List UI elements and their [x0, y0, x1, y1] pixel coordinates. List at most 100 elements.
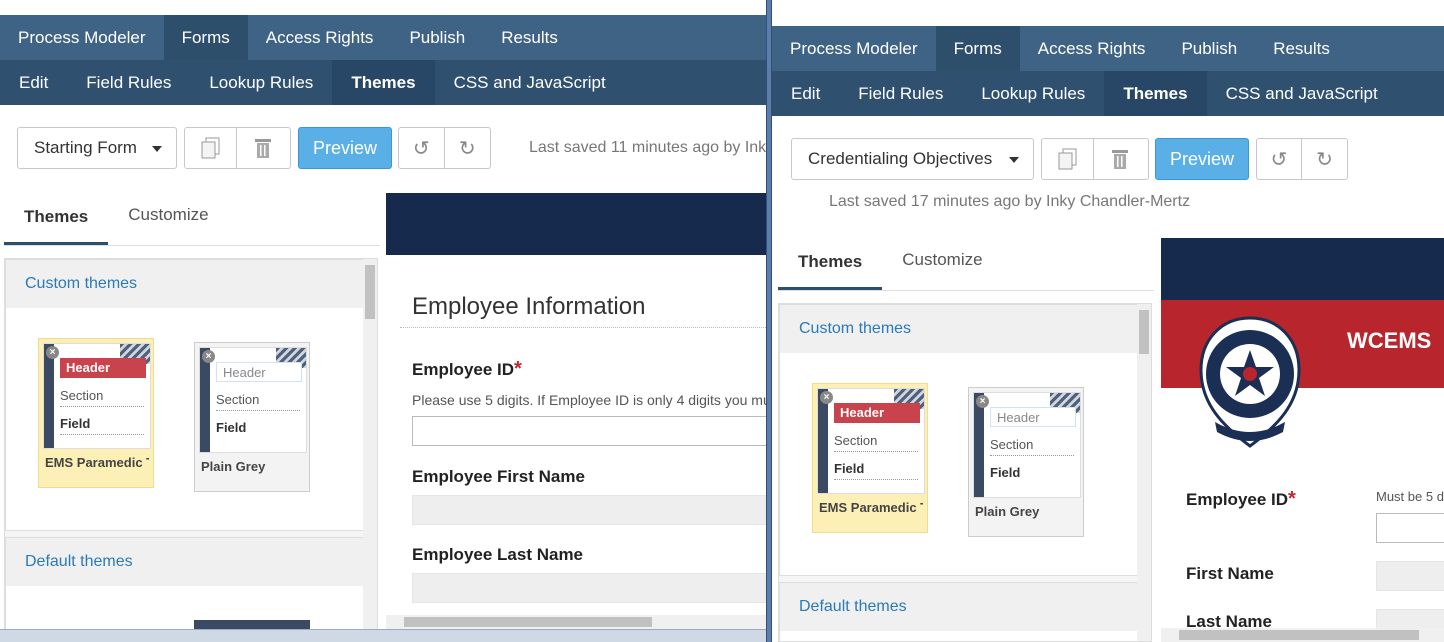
default-themes-section: Default themes — [5, 537, 365, 629]
history-group: ↺ ↻ — [1256, 138, 1348, 180]
default-themes-heading[interactable]: Default themes — [6, 538, 364, 586]
nav-results[interactable]: Results — [1255, 26, 1348, 71]
nav-forms[interactable]: Forms — [935, 26, 1020, 71]
preview-button[interactable]: Preview — [1155, 138, 1249, 180]
nav-forms[interactable]: Forms — [163, 15, 248, 60]
theme-banner — [1161, 238, 1444, 300]
themes-panel: Custom themes Header Section Field × EMS… — [4, 258, 378, 630]
tab-customize[interactable]: Customize — [108, 196, 228, 238]
theme-header-swatch: Header — [60, 358, 146, 378]
first-name-label: First Name — [1186, 564, 1274, 583]
trash-icon[interactable] — [1094, 139, 1146, 179]
scrollbar-vertical[interactable] — [1137, 304, 1151, 641]
employee-id-input[interactable] — [1376, 513, 1444, 543]
employee-id-input[interactable] — [412, 416, 766, 446]
wcems-logo — [1195, 314, 1305, 453]
theme-preview: Header Section Field — [973, 392, 1081, 498]
last-name-input[interactable] — [412, 573, 766, 603]
theme-card[interactable]: Header Section Field × Plain Grey — [194, 342, 310, 492]
custom-themes-heading[interactable]: Custom themes — [6, 260, 364, 308]
theme-tabs: Themes Customize — [778, 241, 1003, 291]
form-actions-group — [184, 127, 291, 169]
tab-themes[interactable]: Themes — [4, 196, 109, 246]
theme-card[interactable]: Header Section Field × EMS Paramedic The… — [38, 338, 154, 488]
scrollbar-horizontal[interactable] — [386, 615, 766, 629]
subnav-field-rules[interactable]: Field Rules — [839, 71, 962, 116]
preview-button[interactable]: Preview — [298, 127, 392, 169]
scrollbar-vertical[interactable] — [363, 259, 377, 629]
theme-name: Plain Grey — [975, 504, 1040, 519]
undo-icon[interactable]: ↺ — [1257, 139, 1303, 179]
theme-header-swatch: Header — [990, 407, 1076, 427]
subnav-css-js[interactable]: CSS and JavaScript — [1207, 71, 1397, 116]
form-select-dropdown[interactable]: Credentialing Objectives — [791, 138, 1034, 180]
theme-section-swatch: Section — [990, 437, 1034, 452]
theme-card[interactable]: Header Section Field × Plain Grey — [968, 387, 1084, 537]
theme-field-swatch: Field — [216, 420, 247, 435]
theme-name: Plain Grey — [201, 459, 266, 474]
custom-themes-heading[interactable]: Custom themes — [780, 305, 1138, 353]
nav-process-modeler[interactable]: Process Modeler — [0, 15, 164, 60]
redo-icon[interactable]: ↻ — [1302, 139, 1347, 179]
tab-customize[interactable]: Customize — [882, 241, 1002, 283]
tab-themes[interactable]: Themes — [778, 241, 883, 291]
trash-icon[interactable] — [237, 128, 289, 168]
theme-stripe — [818, 389, 828, 493]
redo-icon[interactable]: ↻ — [445, 128, 491, 168]
theme-card[interactable]: Header Section Field × EMS Paramedic The… — [812, 383, 928, 533]
subnav-lookup-rules[interactable]: Lookup Rules — [190, 60, 332, 105]
subnav-field-rules[interactable]: Field Rules — [67, 60, 190, 105]
employee-id-help: Please use 5 digits. If Employee ID is o… — [412, 392, 766, 408]
subnav-css-js[interactable]: CSS and JavaScript — [435, 60, 625, 105]
form-preview: Employee Information Employee ID* Please… — [386, 193, 766, 629]
form-select-dropdown[interactable]: Starting Form — [17, 127, 177, 169]
window-bottom-border — [0, 629, 766, 642]
scrollbar-thumb[interactable] — [365, 265, 375, 319]
nav-process-modeler[interactable]: Process Modeler — [772, 26, 936, 71]
left-window: Process Modeler Forms Access Rights Publ… — [0, 0, 766, 642]
required-marker: * — [514, 358, 522, 380]
divider — [216, 410, 300, 411]
theme-header-swatch: Header — [216, 362, 302, 382]
nav-results[interactable]: Results — [483, 15, 576, 60]
last-saved-text: Last saved 11 minutes ago by Inky Chandl… — [529, 139, 766, 156]
form-select-value: Starting Form — [34, 138, 137, 157]
last-name-label: Employee Last Name — [412, 545, 584, 564]
scrollbar-horizontal[interactable] — [1161, 628, 1444, 642]
divider — [990, 455, 1074, 456]
first-name-input[interactable] — [412, 495, 766, 525]
close-icon[interactable]: × — [46, 346, 59, 359]
undo-icon[interactable]: ↺ — [399, 128, 445, 168]
nav-publish[interactable]: Publish — [391, 15, 483, 60]
close-icon[interactable]: × — [820, 391, 833, 404]
subnav-themes[interactable]: Themes — [1104, 71, 1207, 116]
divider — [60, 434, 144, 435]
theme-preview: Header Section Field — [817, 388, 925, 494]
subnav-lookup-rules[interactable]: Lookup Rules — [962, 71, 1104, 116]
default-themes-heading[interactable]: Default themes — [780, 583, 1138, 631]
subnav-edit[interactable]: Edit — [772, 71, 839, 116]
divider — [834, 451, 918, 452]
section-title: Employee Information — [412, 293, 646, 320]
copy-icon[interactable] — [185, 128, 237, 168]
close-icon[interactable]: × — [976, 395, 989, 408]
first-name-input[interactable] — [1376, 561, 1444, 591]
form-preview: WCEMS Employee ID* Must be 5 digits Firs… — [1161, 238, 1444, 642]
top-nav: Process Modeler Forms Access Rights Publ… — [0, 15, 766, 60]
banner-title: WCEMS — [1347, 328, 1432, 353]
subnav-edit[interactable]: Edit — [0, 60, 67, 105]
copy-icon[interactable] — [1042, 139, 1094, 179]
nav-publish[interactable]: Publish — [1163, 26, 1255, 71]
tabs-divider — [778, 290, 1154, 291]
nav-access-rights[interactable]: Access Rights — [1020, 26, 1164, 71]
theme-tabs: Themes Customize — [4, 196, 229, 246]
scrollbar-thumb[interactable] — [1139, 310, 1149, 354]
subnav-themes[interactable]: Themes — [332, 60, 435, 105]
theme-field-swatch: Field — [990, 465, 1021, 480]
scrollbar-thumb[interactable] — [404, 617, 652, 627]
close-icon[interactable]: × — [202, 350, 215, 363]
employee-id-label: Employee ID* — [1186, 488, 1296, 511]
theme-stripe — [44, 344, 54, 448]
scrollbar-thumb[interactable] — [1179, 630, 1419, 640]
nav-access-rights[interactable]: Access Rights — [248, 15, 392, 60]
